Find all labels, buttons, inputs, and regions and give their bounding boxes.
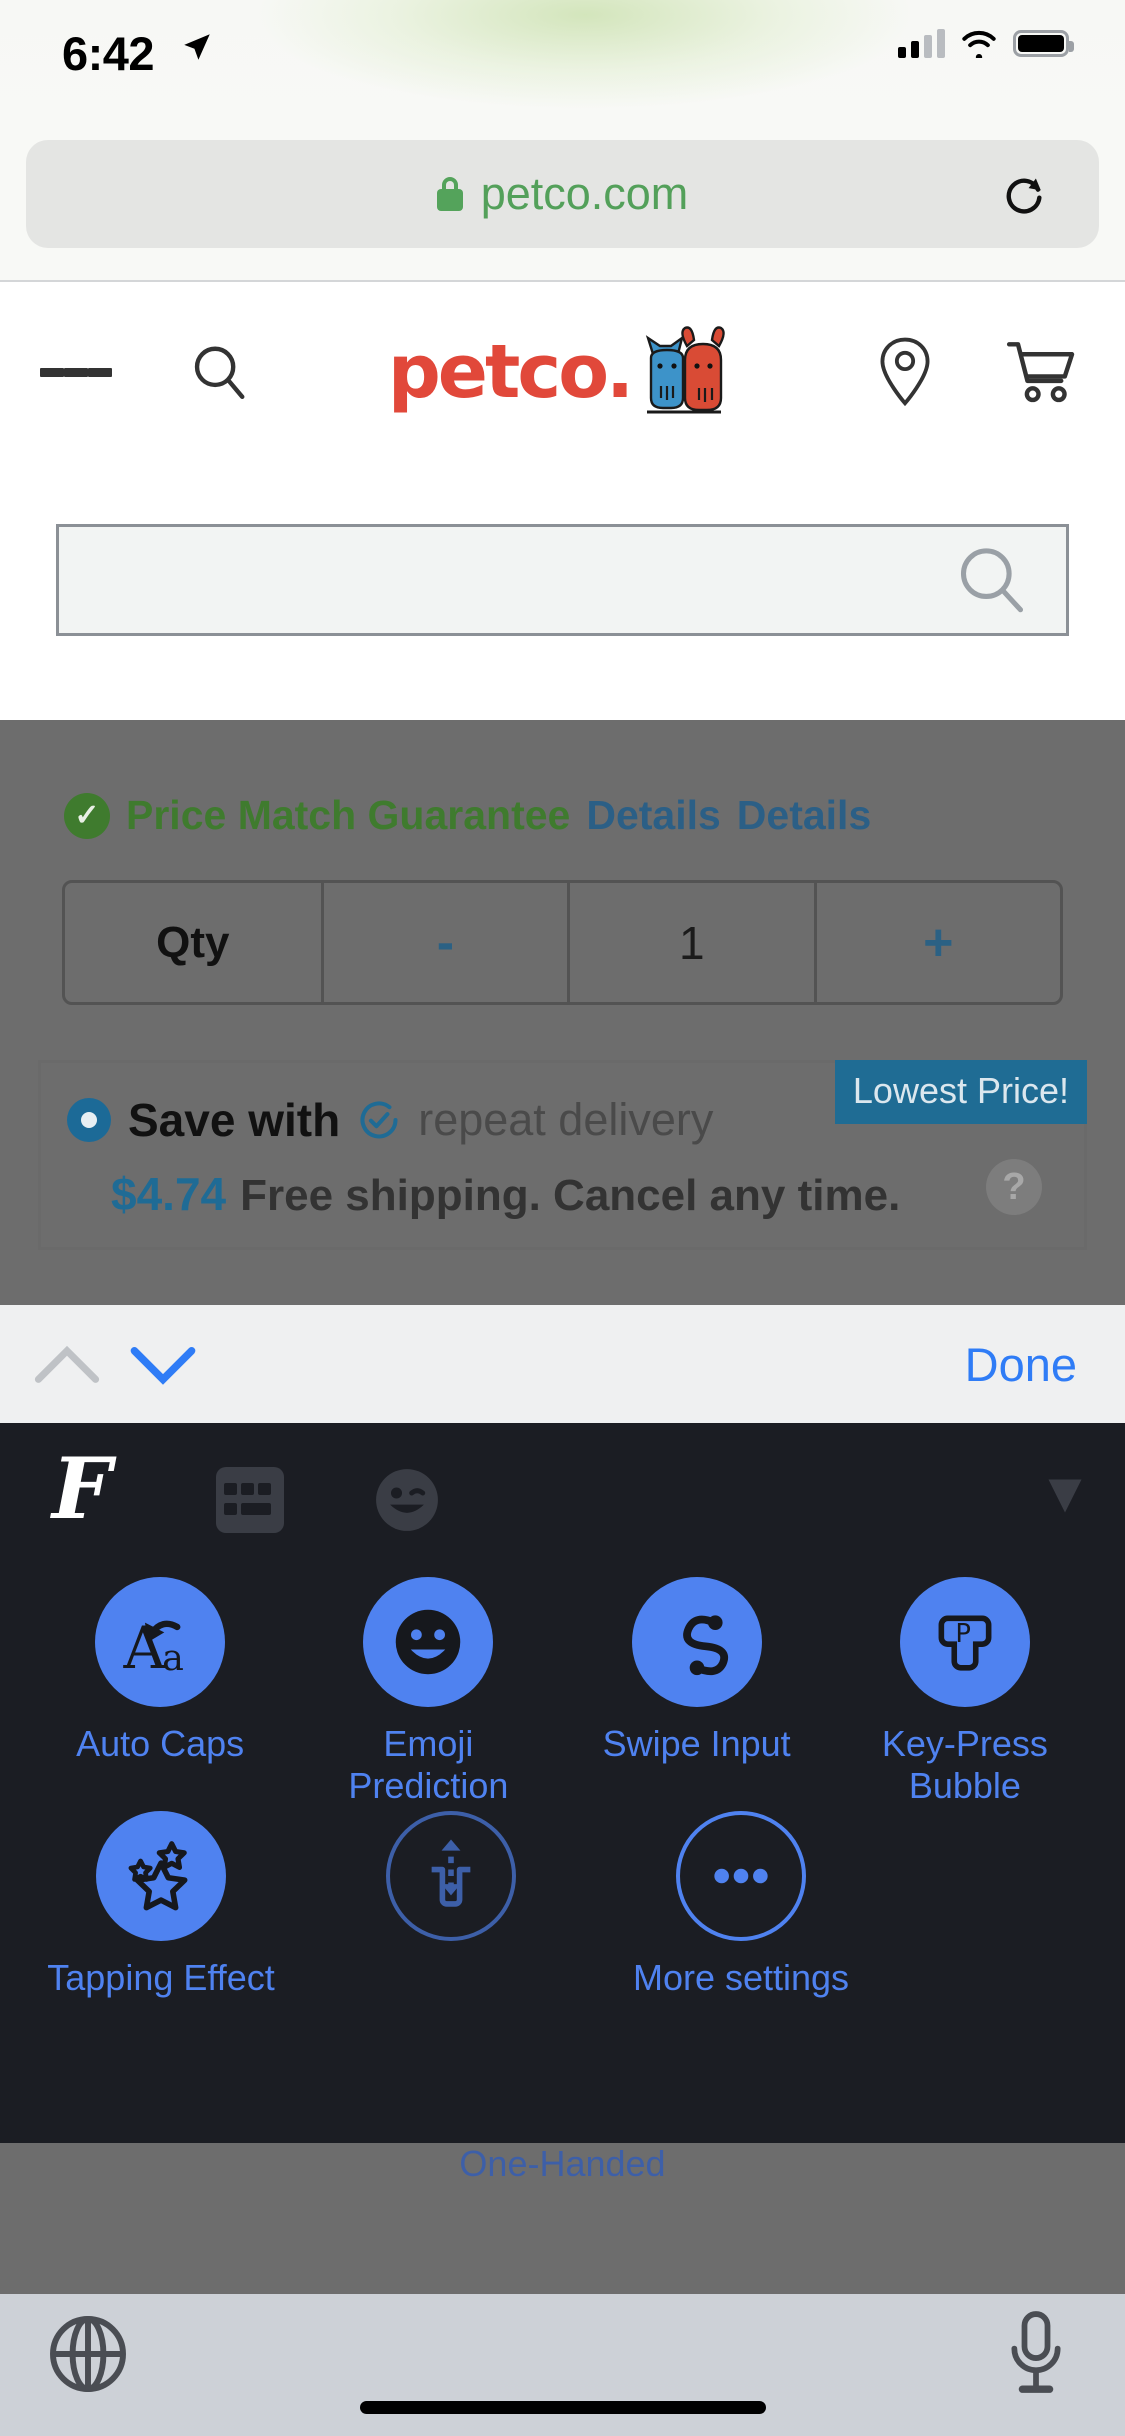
search-input[interactable] — [56, 524, 1069, 636]
quantity-increment-label: + — [923, 913, 954, 972]
phone-screen: 6:42 petco.com petco. ✓ Price Match Guar… — [0, 0, 1125, 2436]
battery-icon — [1013, 29, 1074, 57]
petco-logo[interactable]: petco. — [250, 324, 875, 420]
petco-logo-text: petco. — [387, 329, 634, 415]
chevron-down-icon[interactable] — [126, 1327, 200, 1401]
cat-and-dog-mascot-icon — [646, 326, 725, 414]
shopping-cart-icon[interactable] — [1005, 338, 1077, 406]
site-header: petco. — [0, 282, 1125, 462]
winking-emoji-icon[interactable] — [372, 1465, 442, 1535]
keyboard-settings-panel: F A a Auto Caps Emoji Prediction Swipe I… — [0, 1423, 1125, 2436]
dimmed-page-content: ✓ Price Match Guarantee Details Details … — [0, 720, 1125, 1305]
globe-language-icon[interactable] — [46, 2312, 130, 2396]
cellular-signal-icon — [898, 28, 945, 58]
home-indicator-bar[interactable] — [359, 2401, 766, 2414]
keyboard-settings-grid: A a Auto Caps Emoji Prediction Swipe Inp… — [0, 1563, 1125, 2436]
status-bar: 6:42 — [0, 0, 1125, 150]
quantity-increment-button[interactable]: + — [817, 883, 1060, 1002]
quantity-label-cell: Qty — [65, 883, 324, 1002]
address-bar-url: petco.com — [480, 168, 689, 219]
radio-selected-icon[interactable] — [67, 1098, 111, 1142]
repeat-cycle-icon — [360, 1101, 398, 1139]
setting-auto-caps-label: Auto Caps — [76, 1723, 245, 1764]
repeat-delivery-subtitle: Free shipping. Cancel any time. — [240, 1171, 901, 1220]
status-bar-tint — [0, 0, 1125, 150]
keyboard-accessory-bar: Done — [0, 1305, 1125, 1423]
repeat-delivery-price-row: $4.74 Free shipping. Cancel any time. — [111, 1167, 900, 1221]
setting-tapping-effect-label: Tapping Effect — [47, 1956, 275, 1998]
help-question-icon[interactable]: ? — [986, 1159, 1042, 1215]
chevron-up-icon[interactable] — [30, 1327, 104, 1401]
fleksy-f-logo[interactable]: F — [52, 1447, 112, 1531]
reload-icon[interactable] — [1001, 172, 1047, 218]
quantity-decrement-button[interactable]: - — [324, 883, 571, 1002]
status-time: 6:42 — [62, 27, 155, 80]
price-match-label: Price Match Guarantee — [126, 792, 571, 838]
keyboard-icon[interactable] — [216, 1467, 284, 1533]
header-search-icon[interactable] — [188, 341, 250, 403]
emoji-smiley-icon — [363, 1577, 494, 1707]
setting-emoji-prediction[interactable]: Emoji Prediction — [303, 1577, 553, 1807]
hamburger-menu-icon[interactable] — [40, 358, 112, 387]
keyboard-settings-row-1: A a Auto Caps Emoji Prediction Swipe Inp… — [0, 1577, 1125, 1807]
browser-toolbar: petco.com — [0, 132, 1125, 282]
quantity-label: Qty — [156, 917, 230, 967]
setting-more-settings[interactable]: More settings — [616, 1810, 866, 1999]
wifi-icon — [962, 31, 996, 58]
sparkle-stars-icon — [96, 1810, 226, 1941]
lock-icon — [436, 177, 463, 211]
price-match-details-link-2[interactable]: Details — [737, 792, 871, 839]
status-indicators — [898, 28, 1074, 58]
price-match-details-link-1[interactable]: Details — [586, 792, 720, 839]
location-arrow-icon — [184, 34, 210, 60]
repeat-delivery-price: $4.74 — [111, 1168, 227, 1220]
svg-text:a: a — [162, 1636, 184, 1679]
repeat-delivery-title-rest: repeat delivery — [418, 1094, 714, 1145]
repeat-delivery-option[interactable]: Lowest Price! Save with repeat delivery … — [38, 1060, 1087, 1250]
toolbar-divider — [0, 280, 1125, 282]
location-pin-icon[interactable] — [875, 336, 935, 408]
setting-more-settings-label: More settings — [632, 1956, 850, 1998]
setting-tapping-effect[interactable]: Tapping Effect — [36, 1810, 286, 1999]
one-handed-icon — [386, 1810, 516, 1941]
quantity-value-cell[interactable]: 1 — [570, 883, 817, 1002]
more-dots-icon — [676, 1810, 806, 1941]
setting-auto-caps[interactable]: A a Auto Caps — [35, 1577, 285, 1807]
keyboard-bottom-bar — [0, 2294, 1125, 2436]
search-magnifier-icon[interactable] — [954, 542, 1030, 618]
keyboard-settings-row-2: Tapping Effect One-Handed More settings — [0, 1810, 1125, 2436]
svg-text:P: P — [955, 1619, 971, 1649]
auto-caps-icon: A a — [95, 1577, 226, 1707]
collapse-triangle-icon[interactable] — [1043, 1475, 1087, 1517]
quantity-stepper: Qty - 1 + — [62, 880, 1063, 1005]
check-circle-icon: ✓ — [64, 792, 110, 839]
keyboard-panel-toolbar: F — [0, 1423, 1125, 1563]
quantity-value: 1 — [679, 916, 705, 969]
address-bar-content: petco.com — [436, 168, 689, 220]
key-press-bubble-icon: P — [899, 1577, 1030, 1707]
quantity-decrement-label: - — [436, 913, 455, 972]
address-bar[interactable]: petco.com — [26, 140, 1099, 248]
setting-key-press-bubble[interactable]: P Key-Press Bubble — [840, 1577, 1090, 1807]
setting-one-handed[interactable]: One-Handed — [0, 1810, 1125, 2436]
lowest-price-badge: Lowest Price! — [834, 1060, 1087, 1124]
search-panel — [0, 462, 1125, 720]
price-match-row: ✓ Price Match Guarantee Details Details — [64, 792, 871, 839]
done-button[interactable]: Done — [965, 1337, 1077, 1392]
setting-key-press-bubble-label: Key-Press Bubble — [881, 1723, 1048, 1806]
swipe-s-icon — [631, 1577, 762, 1707]
repeat-delivery-title-bold: Save with — [128, 1094, 341, 1146]
repeat-delivery-title-row: Save with repeat delivery — [67, 1093, 713, 1147]
setting-emoji-prediction-label: Emoji Prediction — [348, 1723, 509, 1806]
setting-swipe-input[interactable]: Swipe Input — [572, 1577, 822, 1807]
setting-swipe-input-label: Swipe Input — [602, 1723, 791, 1764]
microphone-icon[interactable] — [1005, 2310, 1067, 2398]
